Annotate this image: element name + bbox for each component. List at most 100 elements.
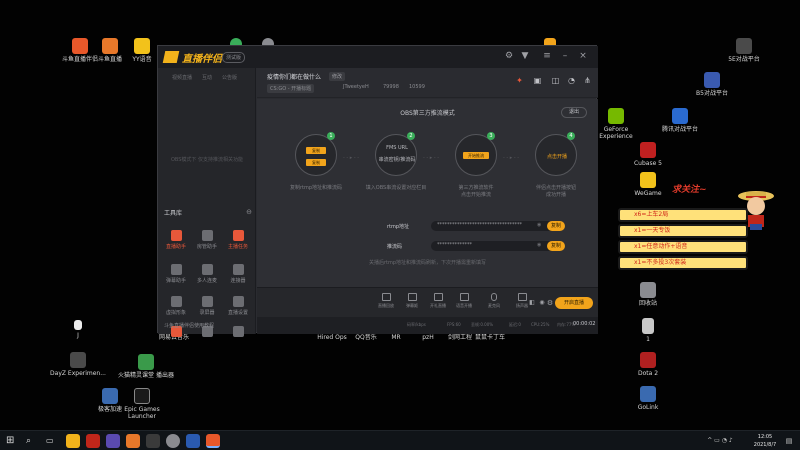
exit-button[interactable]: 退出: [561, 107, 587, 118]
tutorial-link[interactable]: 斗鱼直播伴侣使用教程: [158, 322, 256, 329]
copy-code-button[interactable]: 复制: [547, 241, 565, 251]
settings-icon[interactable]: ⚙: [504, 51, 514, 61]
voice-icon: [459, 293, 469, 301]
desktop-icon-epic[interactable]: Epic Games Launcher: [114, 388, 170, 420]
tool-host-task[interactable]: 主播任务: [222, 230, 254, 250]
tool-label: 录屏器: [199, 310, 215, 316]
desktop-icon-5e[interactable]: 5E对战平台: [716, 38, 772, 63]
frame-loss-stat: 丢帧:0.00%: [471, 322, 494, 327]
desktop-icon-dayz[interactable]: DayZ Experimen...: [50, 352, 106, 377]
windows-start-icon[interactable]: ⊞: [6, 434, 20, 448]
room-title: 疫情你们都在做什么: [267, 74, 322, 81]
rtmp-value: **********************************: [437, 222, 522, 228]
tool-live-settings[interactable]: 直播设置: [222, 296, 254, 316]
desktop-icon-tencent-platform[interactable]: 腾讯对战平台: [652, 108, 708, 133]
eye-icon[interactable]: ◉: [537, 242, 541, 248]
taskbar-app-3[interactable]: [106, 434, 120, 448]
task-view-icon[interactable]: ▭: [46, 434, 60, 448]
tab-notice[interactable]: 公告版: [222, 74, 237, 81]
gear-icon[interactable]: ⚙: [545, 298, 555, 308]
desktop-icon-cubase[interactable]: Cubase 5: [620, 142, 676, 167]
taskbar-app-7[interactable]: [186, 434, 200, 448]
tool-room-admin[interactable]: 房管助手: [191, 230, 223, 250]
share-icon[interactable]: ⋔: [583, 76, 592, 85]
tool-gift-live[interactable]: 开礼直播: [427, 293, 449, 309]
tool-multi-link[interactable]: 多人连麦: [191, 264, 223, 284]
taskbar-app-5[interactable]: [146, 434, 160, 448]
close-icon[interactable]: ×: [578, 51, 588, 61]
desktop-icon-label: 回收站: [638, 300, 657, 307]
shirt-icon[interactable]: ▼: [520, 51, 530, 61]
taskbar-app-active[interactable]: [206, 434, 220, 448]
tool-microphone[interactable]: 麦克风: [483, 293, 505, 309]
app-logo: [162, 51, 180, 63]
clock[interactable]: 12:05 2021/8/7: [748, 433, 782, 449]
fans-count: 79998: [383, 84, 399, 90]
desktop-icon-label: Epic Games Launcher: [124, 406, 160, 420]
taskbar-app-2[interactable]: [86, 434, 100, 448]
step-start-push: 3 开始推流: [455, 132, 497, 176]
tab-interaction[interactable]: 互动: [202, 74, 212, 81]
eye-icon[interactable]: ◉: [537, 222, 541, 228]
stream-code-field[interactable]: ************** ◉ 复制: [431, 241, 565, 251]
room-category[interactable]: CS:GO - 开播标题: [267, 84, 315, 93]
collapse-icon[interactable]: ⊖: [244, 207, 254, 217]
tool-live-assistant[interactable]: 直播助手: [160, 230, 192, 250]
desktop-icon-label: Dota 2: [637, 370, 659, 377]
app-brand: 直播伴侣: [182, 54, 222, 65]
step-number: 2: [407, 132, 415, 140]
sticker-title: 求关注~: [672, 185, 707, 195]
tool-danmaku-viewer[interactable]: 弹幕姬: [401, 293, 423, 309]
sticker-row-3: x1=任意动作+语音: [618, 240, 748, 254]
step-connector: - - ▸ - -: [503, 155, 520, 161]
tool-connector[interactable]: 连接器: [222, 264, 254, 284]
taskbar-app-4[interactable]: [126, 434, 140, 448]
desktop-icon-label: 腾讯对战平台: [661, 126, 698, 133]
record-icon: [201, 296, 213, 307]
tool-recorder[interactable]: 录屏器: [191, 296, 223, 316]
search-icon[interactable]: ⌕: [26, 434, 40, 448]
desktop-icon-kart[interactable]: 鼠鼠卡丁车: [462, 334, 518, 341]
camera-icon[interactable]: ◧: [527, 298, 537, 308]
desktop-icon-label: 鼠鼠卡丁车: [474, 334, 505, 341]
desktop-icon-j[interactable]: J: [50, 320, 106, 339]
tool-voice-live[interactable]: 语音开播: [453, 293, 475, 309]
desktop-icon-golink[interactable]: GoLink: [620, 386, 676, 411]
desktop-icon-huya[interactable]: 火猫精灵课堂 播出器: [118, 354, 174, 379]
tool-replay[interactable]: 直播回放: [375, 293, 397, 309]
desktop-icon-dota2[interactable]: Dota 2: [620, 352, 676, 377]
lock-icon[interactable]: ▣: [533, 76, 542, 85]
tool-avatar[interactable]: 虚拟形象: [160, 296, 192, 316]
gift-icon[interactable]: ✦: [515, 76, 524, 85]
chat-icon: [170, 264, 182, 275]
go-live-button[interactable]: 开启直播: [555, 297, 593, 309]
copy-rtmp-button[interactable]: 复制: [547, 221, 565, 231]
gift-icon: [433, 293, 443, 301]
rtmp-field[interactable]: ********************************** ◉ 复制: [431, 221, 565, 231]
minimize-icon[interactable]: –: [560, 51, 570, 61]
step-number: 1: [327, 132, 335, 140]
taskbar-app-1[interactable]: [66, 434, 80, 448]
link-icon: [232, 264, 244, 275]
desktop-icon-label: GoLink: [637, 404, 659, 411]
5e-icon: [736, 38, 752, 54]
notification-icon[interactable]: ▤: [784, 436, 794, 446]
stream-code-label: 推流码: [387, 244, 403, 250]
record-icon[interactable]: ◫: [551, 76, 560, 85]
settings-icon: [232, 296, 244, 307]
title-bar[interactable]: 直播伴侣 测试版 ⚙ ▼ ≡ – ×: [158, 46, 598, 68]
tool-label: 直播设置: [227, 310, 248, 316]
tab-video-live[interactable]: 视频直播: [172, 74, 192, 81]
desktop: 斗鱼直播伴侣 斗鱼直播 YY语音 网易云音乐 Hired Ops QQ音乐 MR…: [0, 0, 800, 430]
edit-title-button[interactable]: 修改: [329, 72, 346, 81]
tool-danmaku[interactable]: 弹幕助手: [160, 264, 192, 284]
desktop-icon-b5[interactable]: B5对战平台: [684, 72, 740, 97]
tray-icons[interactable]: ^ ▭ ◔ ♪: [700, 436, 740, 446]
room-header: 疫情你们都在做什么 修改 CS:GO - 开播标题 JTweetyeH 7999…: [257, 68, 598, 98]
taskbar-app-6[interactable]: [166, 434, 180, 448]
step-paste: 2 FMS URL 串流密钥/推流码: [375, 132, 417, 176]
bell-icon[interactable]: ◔: [567, 76, 576, 85]
menu-icon[interactable]: ≡: [542, 51, 552, 61]
bitrate-stat: 码率/kbps: [407, 322, 426, 327]
desktop-icon-1[interactable]: 1: [620, 318, 676, 343]
